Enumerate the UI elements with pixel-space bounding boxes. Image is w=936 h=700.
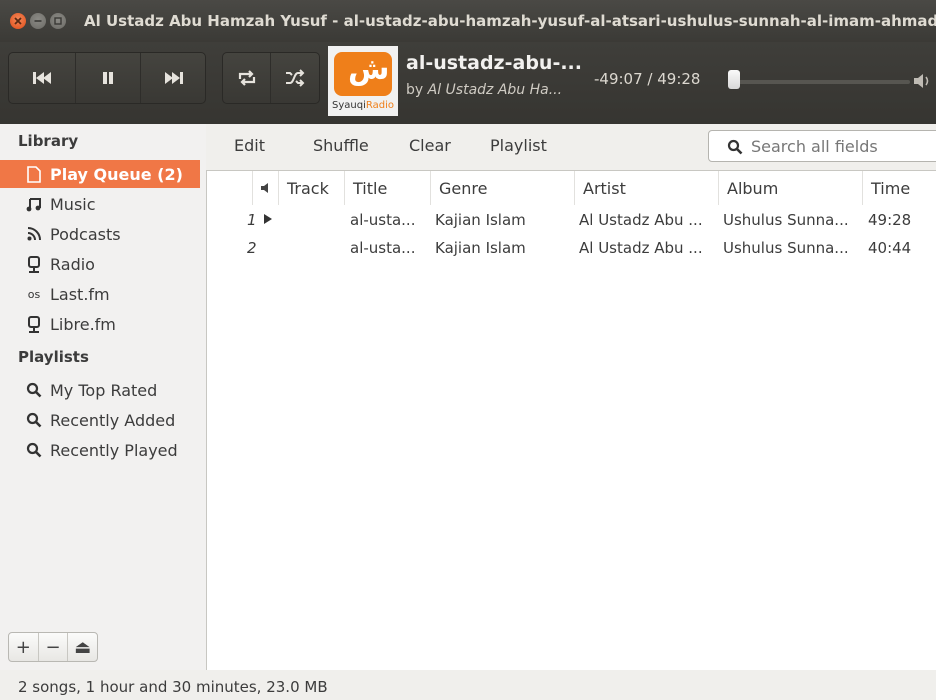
- sidebar-item-my-top-rated[interactable]: My Top Rated: [0, 376, 206, 404]
- sidebar-item-librefm[interactable]: Libre.fm: [0, 310, 206, 338]
- next-icon: [165, 72, 183, 84]
- sidebar: Library Play Queue (2) Music Podcasts Ra…: [0, 124, 206, 670]
- status-bar: 2 songs, 1 hour and 30 minutes, 23.0 MB: [0, 670, 936, 700]
- row-artist: Al Ustadz Abu ...: [579, 239, 703, 257]
- edit-button[interactable]: Edit: [234, 136, 265, 155]
- row-title: al-usta...: [350, 211, 416, 229]
- album-art-glyph: ش: [348, 52, 390, 87]
- previous-button[interactable]: [9, 53, 75, 103]
- shuffle-queue-button[interactable]: Shuffle: [313, 136, 369, 155]
- sidebar-item-lastfm[interactable]: os Last.fm: [0, 280, 206, 308]
- radio-icon: [20, 255, 48, 273]
- row-artist: Al Ustadz Abu ...: [579, 211, 703, 229]
- playback-time: -49:07 / 49:28: [594, 70, 701, 88]
- search-icon: [727, 139, 743, 155]
- row-genre: Kajian Islam: [435, 239, 526, 257]
- sidebar-item-recently-played[interactable]: Recently Played: [0, 436, 206, 464]
- radio-icon: [20, 315, 48, 333]
- podcast-icon: [20, 227, 48, 241]
- next-button[interactable]: [141, 53, 207, 103]
- pause-button[interactable]: [75, 53, 141, 103]
- search-placeholder: Search all fields: [751, 137, 878, 156]
- column-genre[interactable]: Genre: [431, 171, 575, 205]
- row-genre: Kajian Islam: [435, 211, 526, 229]
- close-window-icon[interactable]: [10, 13, 26, 29]
- shuffle-button[interactable]: [271, 53, 319, 103]
- sidebar-item-label: Radio: [50, 254, 95, 274]
- eject-button[interactable]: ⏏: [68, 633, 97, 661]
- table-row[interactable]: 1 al-usta... Kajian Islam Al Ustadz Abu …: [207, 207, 936, 235]
- playlist-button[interactable]: Playlist: [490, 136, 547, 155]
- remove-playlist-button[interactable]: −: [39, 633, 69, 661]
- sidebar-item-label: Recently Played: [50, 440, 178, 460]
- repeat-icon: [238, 70, 255, 86]
- sidebar-item-podcasts[interactable]: Podcasts: [0, 220, 206, 248]
- album-art-caption: SyauqiRadio: [332, 100, 394, 111]
- repeat-button[interactable]: [223, 53, 271, 103]
- row-time: 40:44: [868, 239, 912, 257]
- row-album: Ushulus Sunna...: [723, 211, 849, 229]
- playlists-heading: Playlists: [18, 348, 89, 366]
- volume-icon[interactable]: [912, 72, 936, 94]
- sidebar-item-label: My Top Rated: [50, 380, 158, 400]
- search-icon: [20, 442, 48, 458]
- table-row[interactable]: 2 al-usta... Kajian Islam Al Ustadz Abu …: [207, 235, 936, 263]
- sidebar-item-label: Libre.fm: [50, 314, 116, 334]
- shuffle-icon: [286, 69, 305, 87]
- column-artist[interactable]: Artist: [575, 171, 719, 205]
- music-icon: [20, 196, 48, 212]
- search-icon: [20, 412, 48, 428]
- album-art: ش SyauqiRadio: [328, 46, 398, 116]
- mode-controls: [222, 52, 320, 104]
- seek-bar[interactable]: [732, 80, 910, 84]
- title-bar: Al Ustadz Abu Hamzah Yusuf - al-ustadz-a…: [0, 0, 936, 42]
- pause-icon: [103, 72, 113, 84]
- now-playing-icon: [263, 211, 273, 229]
- row-album: Ushulus Sunna...: [723, 239, 849, 257]
- sidebar-item-label: Recently Added: [50, 410, 176, 430]
- sidebar-item-radio[interactable]: Radio: [0, 250, 206, 278]
- library-heading: Library: [18, 132, 79, 150]
- column-time[interactable]: Time: [863, 171, 936, 205]
- status-text: 2 songs, 1 hour and 30 minutes, 23.0 MB: [18, 678, 328, 696]
- add-playlist-button[interactable]: +: [9, 633, 39, 661]
- row-title: al-usta...: [350, 239, 416, 257]
- now-playing-artist: by Al Ustadz Abu Ha...: [406, 82, 563, 98]
- search-icon: [20, 382, 48, 398]
- row-number: 1: [247, 211, 257, 229]
- now-playing-title: al-ustadz-abu-...: [406, 52, 582, 74]
- column-playing[interactable]: [253, 171, 279, 205]
- lastfm-icon: os: [27, 287, 41, 301]
- sidebar-tools: + − ⏏: [8, 632, 98, 662]
- sidebar-item-label: Play Queue (2): [50, 164, 183, 184]
- document-icon: [20, 165, 48, 183]
- sidebar-item-music[interactable]: Music: [0, 190, 206, 218]
- column-title[interactable]: Title: [345, 171, 431, 205]
- speaker-icon: [261, 183, 268, 193]
- playback-controls: [8, 52, 206, 104]
- column-track[interactable]: Track: [279, 171, 345, 205]
- album-art-logo: ش: [334, 52, 392, 96]
- column-number[interactable]: [207, 171, 253, 205]
- sidebar-item-play-queue[interactable]: Play Queue (2): [0, 160, 200, 188]
- sidebar-item-label: Music: [50, 194, 96, 214]
- sidebar-item-label: Last.fm: [50, 284, 110, 304]
- sidebar-item-recently-added[interactable]: Recently Added: [0, 406, 206, 434]
- row-time: 49:28: [868, 211, 912, 229]
- maximize-window-icon[interactable]: [50, 13, 66, 29]
- column-album[interactable]: Album: [719, 171, 863, 205]
- row-number: 2: [247, 239, 257, 257]
- previous-icon: [33, 72, 51, 84]
- seek-handle[interactable]: [727, 70, 740, 89]
- clear-button[interactable]: Clear: [409, 136, 451, 155]
- window-title: Al Ustadz Abu Hamzah Yusuf - al-ustadz-a…: [84, 12, 936, 30]
- sidebar-item-label: Podcasts: [50, 224, 121, 244]
- search-input[interactable]: Search all fields: [708, 130, 936, 162]
- minimize-window-icon[interactable]: [30, 13, 46, 29]
